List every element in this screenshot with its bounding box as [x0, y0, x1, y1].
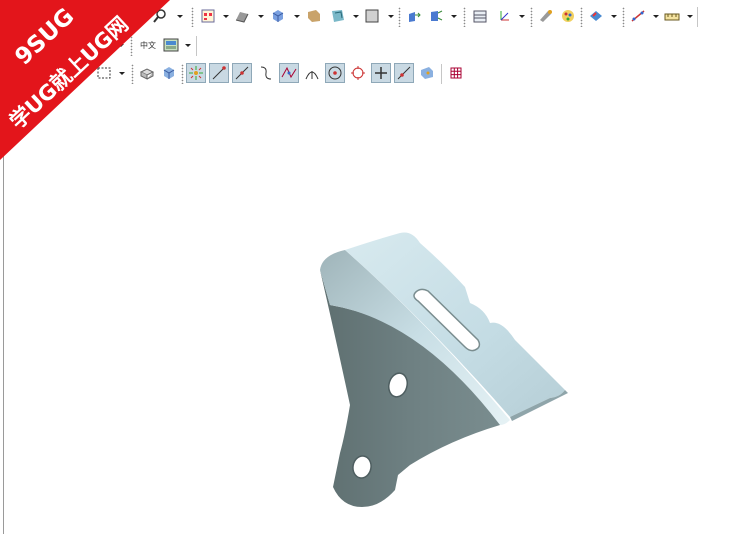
ruler-dropdown[interactable]: [686, 6, 693, 26]
toolbar-separator: [697, 7, 698, 27]
ruler-icon[interactable]: [662, 6, 682, 26]
rectangle-select-icon[interactable]: [94, 63, 114, 83]
snap-point-icon[interactable]: [186, 63, 206, 83]
end-point-icon[interactable]: [209, 63, 229, 83]
cube-view-icon[interactable]: [268, 6, 288, 26]
toolbar-grip[interactable]: [131, 64, 134, 84]
layout-dropdown[interactable]: [184, 35, 191, 55]
paint-icon[interactable]: [558, 6, 578, 26]
toolbar-separator: [196, 36, 197, 56]
control-point-icon[interactable]: [256, 63, 276, 83]
section-view-dropdown[interactable]: [352, 6, 359, 26]
zoom-icon[interactable]: [150, 6, 170, 26]
background-dropdown[interactable]: [387, 6, 394, 26]
background-icon[interactable]: [362, 6, 382, 26]
toolbar-grip[interactable]: [580, 7, 583, 27]
language-label: 中文: [140, 40, 156, 50]
datum-plane-icon[interactable]: [470, 6, 490, 26]
quadrant-point-icon[interactable]: [348, 63, 368, 83]
measure-distance-icon[interactable]: [628, 6, 648, 26]
edit-feature-icon[interactable]: [536, 6, 556, 26]
arc-center-icon[interactable]: [302, 63, 322, 83]
toolbar-grip[interactable]: [181, 64, 184, 84]
toolbar-grip[interactable]: [622, 7, 625, 27]
extrude-icon[interactable]: [404, 6, 424, 26]
box-icon[interactable]: [137, 63, 157, 83]
shaded-view-dropdown[interactable]: [257, 6, 264, 26]
zoom-dropdown[interactable]: [176, 6, 183, 26]
point-on-curve-icon[interactable]: [394, 63, 414, 83]
datum-csys-icon[interactable]: [494, 6, 514, 26]
revolve-dropdown[interactable]: [450, 6, 457, 26]
toolbar-row-3: [0, 60, 734, 88]
toolbar-grip[interactable]: [130, 36, 133, 56]
section-view-icon[interactable]: [328, 6, 348, 26]
analysis-dropdown[interactable]: [610, 6, 617, 26]
solid-body-icon[interactable]: [159, 63, 179, 83]
analysis-icon[interactable]: [586, 6, 606, 26]
selection-filter-dropdown[interactable]: [117, 35, 124, 55]
existing-point-icon[interactable]: [371, 63, 391, 83]
rectangle-select-dropdown[interactable]: [118, 63, 125, 83]
toolbar-grip[interactable]: [530, 7, 533, 27]
render-style-icon[interactable]: [198, 6, 218, 26]
shaded-view-icon[interactable]: [232, 6, 252, 26]
cube-view-dropdown[interactable]: [293, 6, 300, 26]
toolbar-grip[interactable]: [398, 7, 401, 27]
toolbar-area: 中文: [0, 0, 734, 90]
language-toggle-button[interactable]: 中文: [137, 35, 159, 55]
revolve-icon[interactable]: [426, 6, 446, 26]
orient-view-icon[interactable]: [304, 6, 324, 26]
measure-dropdown[interactable]: [652, 6, 659, 26]
toolbar-row-1: [0, 3, 734, 31]
grid-icon[interactable]: [446, 63, 466, 83]
toolbar-row-2: 中文: [0, 32, 734, 60]
toolbar-grip[interactable]: [191, 7, 194, 27]
layout-icon[interactable]: [161, 35, 181, 55]
render-style-dropdown[interactable]: [222, 6, 229, 26]
graphics-window-border: [3, 90, 4, 534]
datum-csys-dropdown[interactable]: [518, 6, 525, 26]
sheet-metal-bracket-model[interactable]: [300, 225, 575, 515]
circle-center-icon[interactable]: [325, 63, 345, 83]
mid-point-icon[interactable]: [232, 63, 252, 83]
toolbar-separator: [441, 64, 442, 84]
intersection-icon[interactable]: [279, 63, 299, 83]
point-on-face-icon[interactable]: [417, 63, 437, 83]
toolbar-grip[interactable]: [463, 7, 466, 27]
